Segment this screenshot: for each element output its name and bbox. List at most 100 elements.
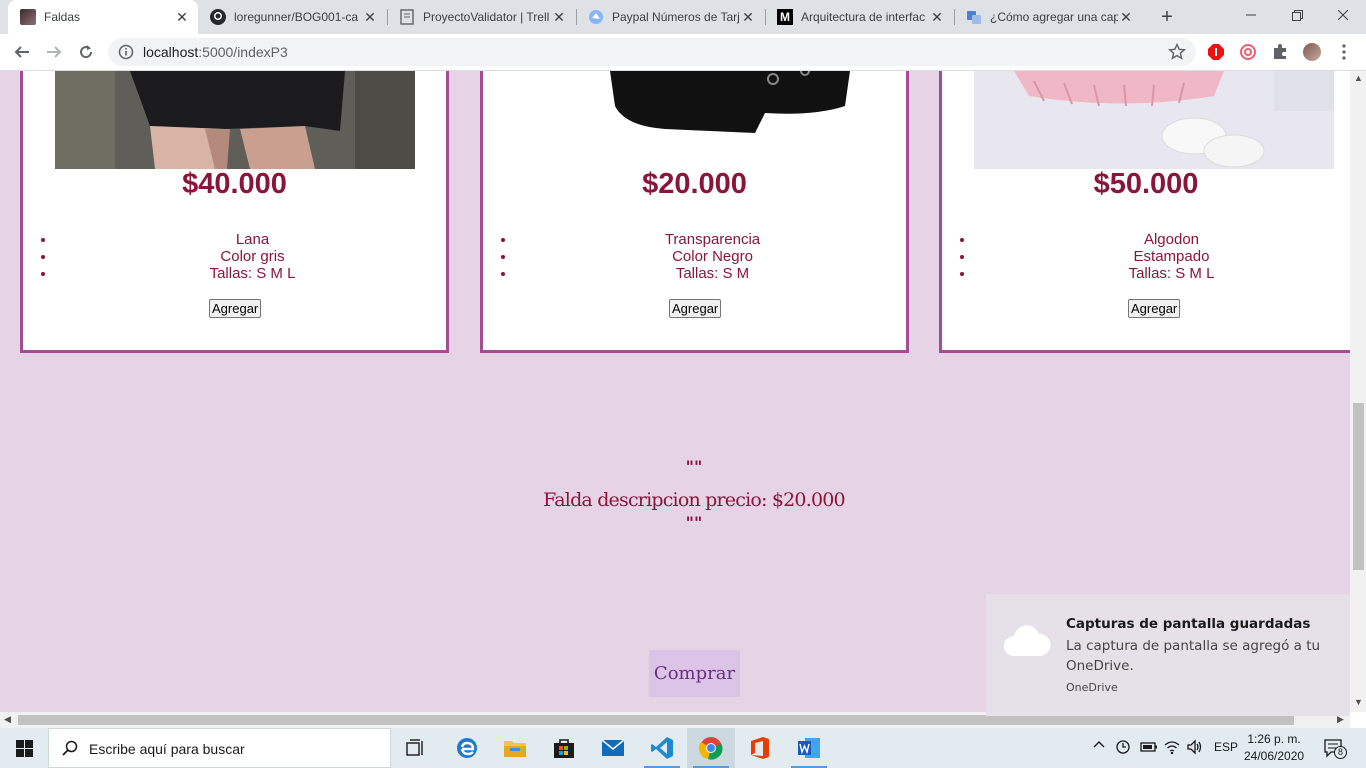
windows-taskbar: Escribe aquí para buscar ESP 1:26 p. m. … (0, 728, 1366, 768)
info-icon[interactable] (118, 44, 134, 60)
reload-button[interactable] (74, 40, 98, 64)
product-card: $40.000 Lana Color gris Tallas: S M L Ag… (20, 71, 449, 353)
feature-item: Color Negro (516, 248, 909, 265)
task-view-button[interactable] (392, 728, 440, 768)
tab-github[interactable]: loregunner/BOG001-ca ✕ (198, 0, 386, 34)
document-icon (399, 9, 415, 25)
office-icon[interactable] (736, 728, 784, 768)
start-button[interactable] (0, 728, 48, 768)
tab-trello[interactable]: ProyectoValidator | Trell ✕ (387, 0, 575, 34)
product-image-pink-skirt (974, 71, 1334, 169)
action-center-button[interactable]: 8 (1324, 738, 1347, 761)
url-path: :5000/indexP3 (198, 44, 288, 60)
scroll-down-arrow-icon[interactable]: ▼ (1354, 697, 1363, 707)
translate-icon (966, 9, 982, 25)
close-tab-icon[interactable]: ✕ (1118, 9, 1134, 26)
screenshot-notification[interactable]: Capturas de pantalla guardadas La captur… (986, 594, 1350, 716)
page-favicon-icon (20, 9, 36, 25)
vertical-scrollbar[interactable]: ▲ ▼ (1350, 71, 1366, 712)
wifi-icon[interactable] (1163, 739, 1181, 758)
new-tab-button[interactable]: + (1155, 5, 1179, 29)
tab-stackoverflow[interactable]: ¿Cómo agregar una cap ✕ (954, 0, 1142, 34)
add-to-cart-button[interactable]: Agregar (1128, 299, 1181, 318)
add-to-cart-button[interactable]: Agregar (209, 299, 262, 318)
notification-count-badge: 8 (1334, 746, 1347, 759)
notification-body: La captura de pantalla se agregó a tu On… (1066, 638, 1321, 674)
back-button[interactable] (10, 40, 34, 64)
bookmark-star-icon[interactable] (1168, 42, 1186, 61)
tab-strip: Faldas ✕ loregunner/BOG001-ca ✕ Proyecto… (0, 0, 1366, 34)
restore-button[interactable] (1274, 0, 1320, 30)
horizontal-scroll-thumb[interactable] (18, 715, 1294, 725)
word-icon[interactable] (785, 728, 833, 768)
search-icon (62, 740, 78, 761)
feature-item: Tallas: S M L (975, 265, 1350, 282)
tab-medium[interactable]: M Arquitectura de interfac ✕ (765, 0, 953, 34)
scroll-left-arrow-icon[interactable]: ◀ (4, 714, 11, 725)
feature-item: Color gris (56, 248, 449, 265)
close-tab-icon[interactable]: ✕ (362, 9, 378, 26)
show-hidden-icons-chevron-icon[interactable] (1092, 738, 1106, 755)
profile-avatar[interactable] (1303, 43, 1321, 61)
scroll-up-arrow-icon[interactable]: ▲ (1354, 73, 1363, 83)
tab-title: loregunner/BOG001-ca (234, 10, 359, 24)
adblock-extension-icon[interactable] (1207, 43, 1225, 61)
mail-icon[interactable] (589, 728, 637, 768)
feature-list: Transparencia Color Negro Tallas: S M (516, 231, 909, 282)
tab-title: Paypal Números de Tarj (612, 10, 740, 24)
clock-time: 1:26 p. m. (1247, 732, 1301, 746)
extension-spiral-icon[interactable] (1239, 43, 1257, 61)
file-explorer-icon[interactable] (491, 728, 539, 768)
close-tab-icon[interactable]: ✕ (174, 9, 190, 26)
feature-list: Lana Color gris Tallas: S M L (56, 231, 449, 282)
tab-title: ¿Cómo agregar una cap (990, 10, 1118, 24)
product-image-grey-skirt (55, 71, 415, 169)
extensions-puzzle-icon[interactable] (1271, 43, 1289, 61)
feature-item: Tallas: S M (516, 265, 909, 282)
volume-icon[interactable] (1186, 739, 1204, 758)
buy-button[interactable]: Comprar (649, 650, 740, 697)
close-tab-icon[interactable]: ✕ (740, 9, 756, 26)
close-tab-icon[interactable]: ✕ (551, 9, 567, 26)
description-quote-bottom: "" (685, 513, 703, 532)
product-price: $40.000 (182, 168, 287, 200)
feature-item: Algodon (975, 231, 1350, 248)
browser-toolbar: localhost:5000/indexP3 (0, 34, 1366, 71)
battery-icon[interactable] (1140, 741, 1158, 756)
microsoft-store-icon[interactable] (540, 728, 588, 768)
menu-dots-icon[interactable] (1335, 43, 1353, 61)
url-host: localhost (143, 44, 199, 60)
vertical-scroll-thumb[interactable] (1353, 403, 1364, 570)
url-text: localhost:5000/indexP3 (143, 44, 288, 60)
feature-item: Estampado (975, 248, 1350, 265)
description-quote-top: "" (685, 457, 703, 476)
tab-faldas[interactable]: Faldas ✕ (8, 0, 198, 34)
clock-date: 24/06/2020 (1244, 749, 1305, 763)
feature-list: Algodon Estampado Tallas: S M L (975, 231, 1350, 282)
tab-paypal[interactable]: Paypal Números de Tarj ✕ (576, 0, 764, 34)
chrome-icon[interactable] (687, 728, 735, 768)
product-card: $50.000 Algodon Estampado Tallas: S M L … (939, 71, 1350, 353)
taskbar-clock[interactable]: 1:26 p. m. 24/06/2020 (1244, 731, 1304, 765)
close-window-button[interactable] (1320, 0, 1366, 30)
notification-title: Capturas de pantalla guardadas (1066, 616, 1311, 632)
taskbar-search-box[interactable]: Escribe aquí para buscar (48, 728, 391, 768)
tab-title: Arquitectura de interfac (801, 10, 926, 24)
cloud-icon (1002, 624, 1052, 663)
add-to-cart-button[interactable]: Agregar (669, 299, 722, 318)
windows-logo-icon (15, 739, 33, 757)
network-sync-icon[interactable] (1114, 739, 1132, 758)
globe-icon (588, 9, 604, 25)
product-price: $20.000 (642, 168, 747, 200)
edge-icon[interactable] (443, 728, 491, 768)
close-tab-icon[interactable]: ✕ (929, 9, 945, 26)
tab-title: Faldas (44, 10, 81, 24)
input-language-indicator[interactable]: ESP (1214, 740, 1238, 754)
product-card: $20.000 Transparencia Color Negro Tallas… (480, 71, 909, 353)
forward-button[interactable] (42, 40, 66, 64)
address-bar[interactable]: localhost:5000/indexP3 (108, 38, 1196, 66)
vscode-icon[interactable] (638, 728, 686, 768)
minimize-button[interactable] (1228, 0, 1274, 30)
feature-item: Lana (56, 231, 449, 248)
product-price: $50.000 (1093, 168, 1199, 200)
